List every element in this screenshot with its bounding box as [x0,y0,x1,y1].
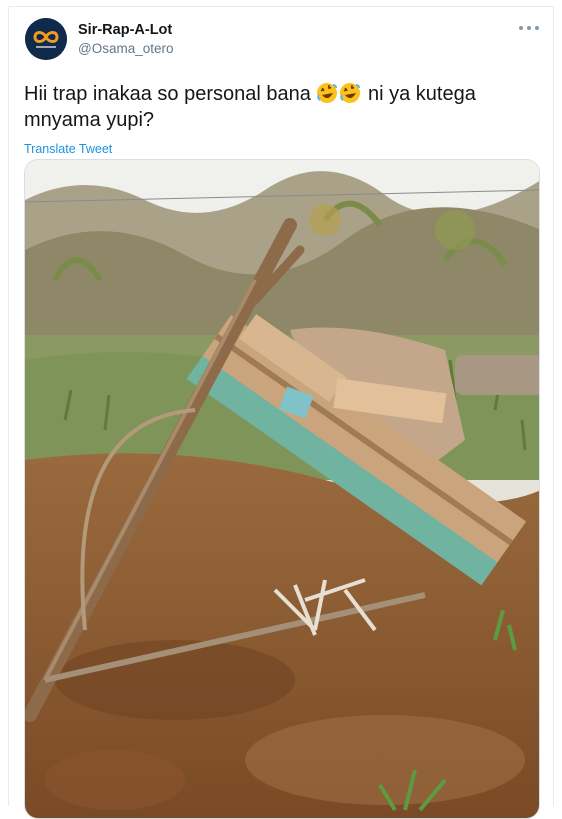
avatar[interactable] [25,18,67,60]
trap-photo [25,160,539,818]
translate-tweet-link[interactable]: Translate Tweet [24,142,112,156]
more-horizontal-icon[interactable] [519,21,539,35]
tweet-text-part1: Hii trap inakaa so personal bana [24,83,317,105]
author-name[interactable]: Sir-Rap-A-Lot [78,22,172,38]
laughing-emoji-icon [340,83,361,103]
tweet-text: Hii trap inakaa so personal bana ni ya k… [24,81,544,133]
author-handle[interactable]: @Osama_otero [78,41,174,56]
infinity-logo-icon [25,18,67,60]
laughing-emoji-icon [317,83,338,103]
tweet-photo[interactable] [24,159,540,819]
tweet-card[interactable]: Sir-Rap-A-Lot @Osama_otero Hii trap inak… [8,6,554,819]
